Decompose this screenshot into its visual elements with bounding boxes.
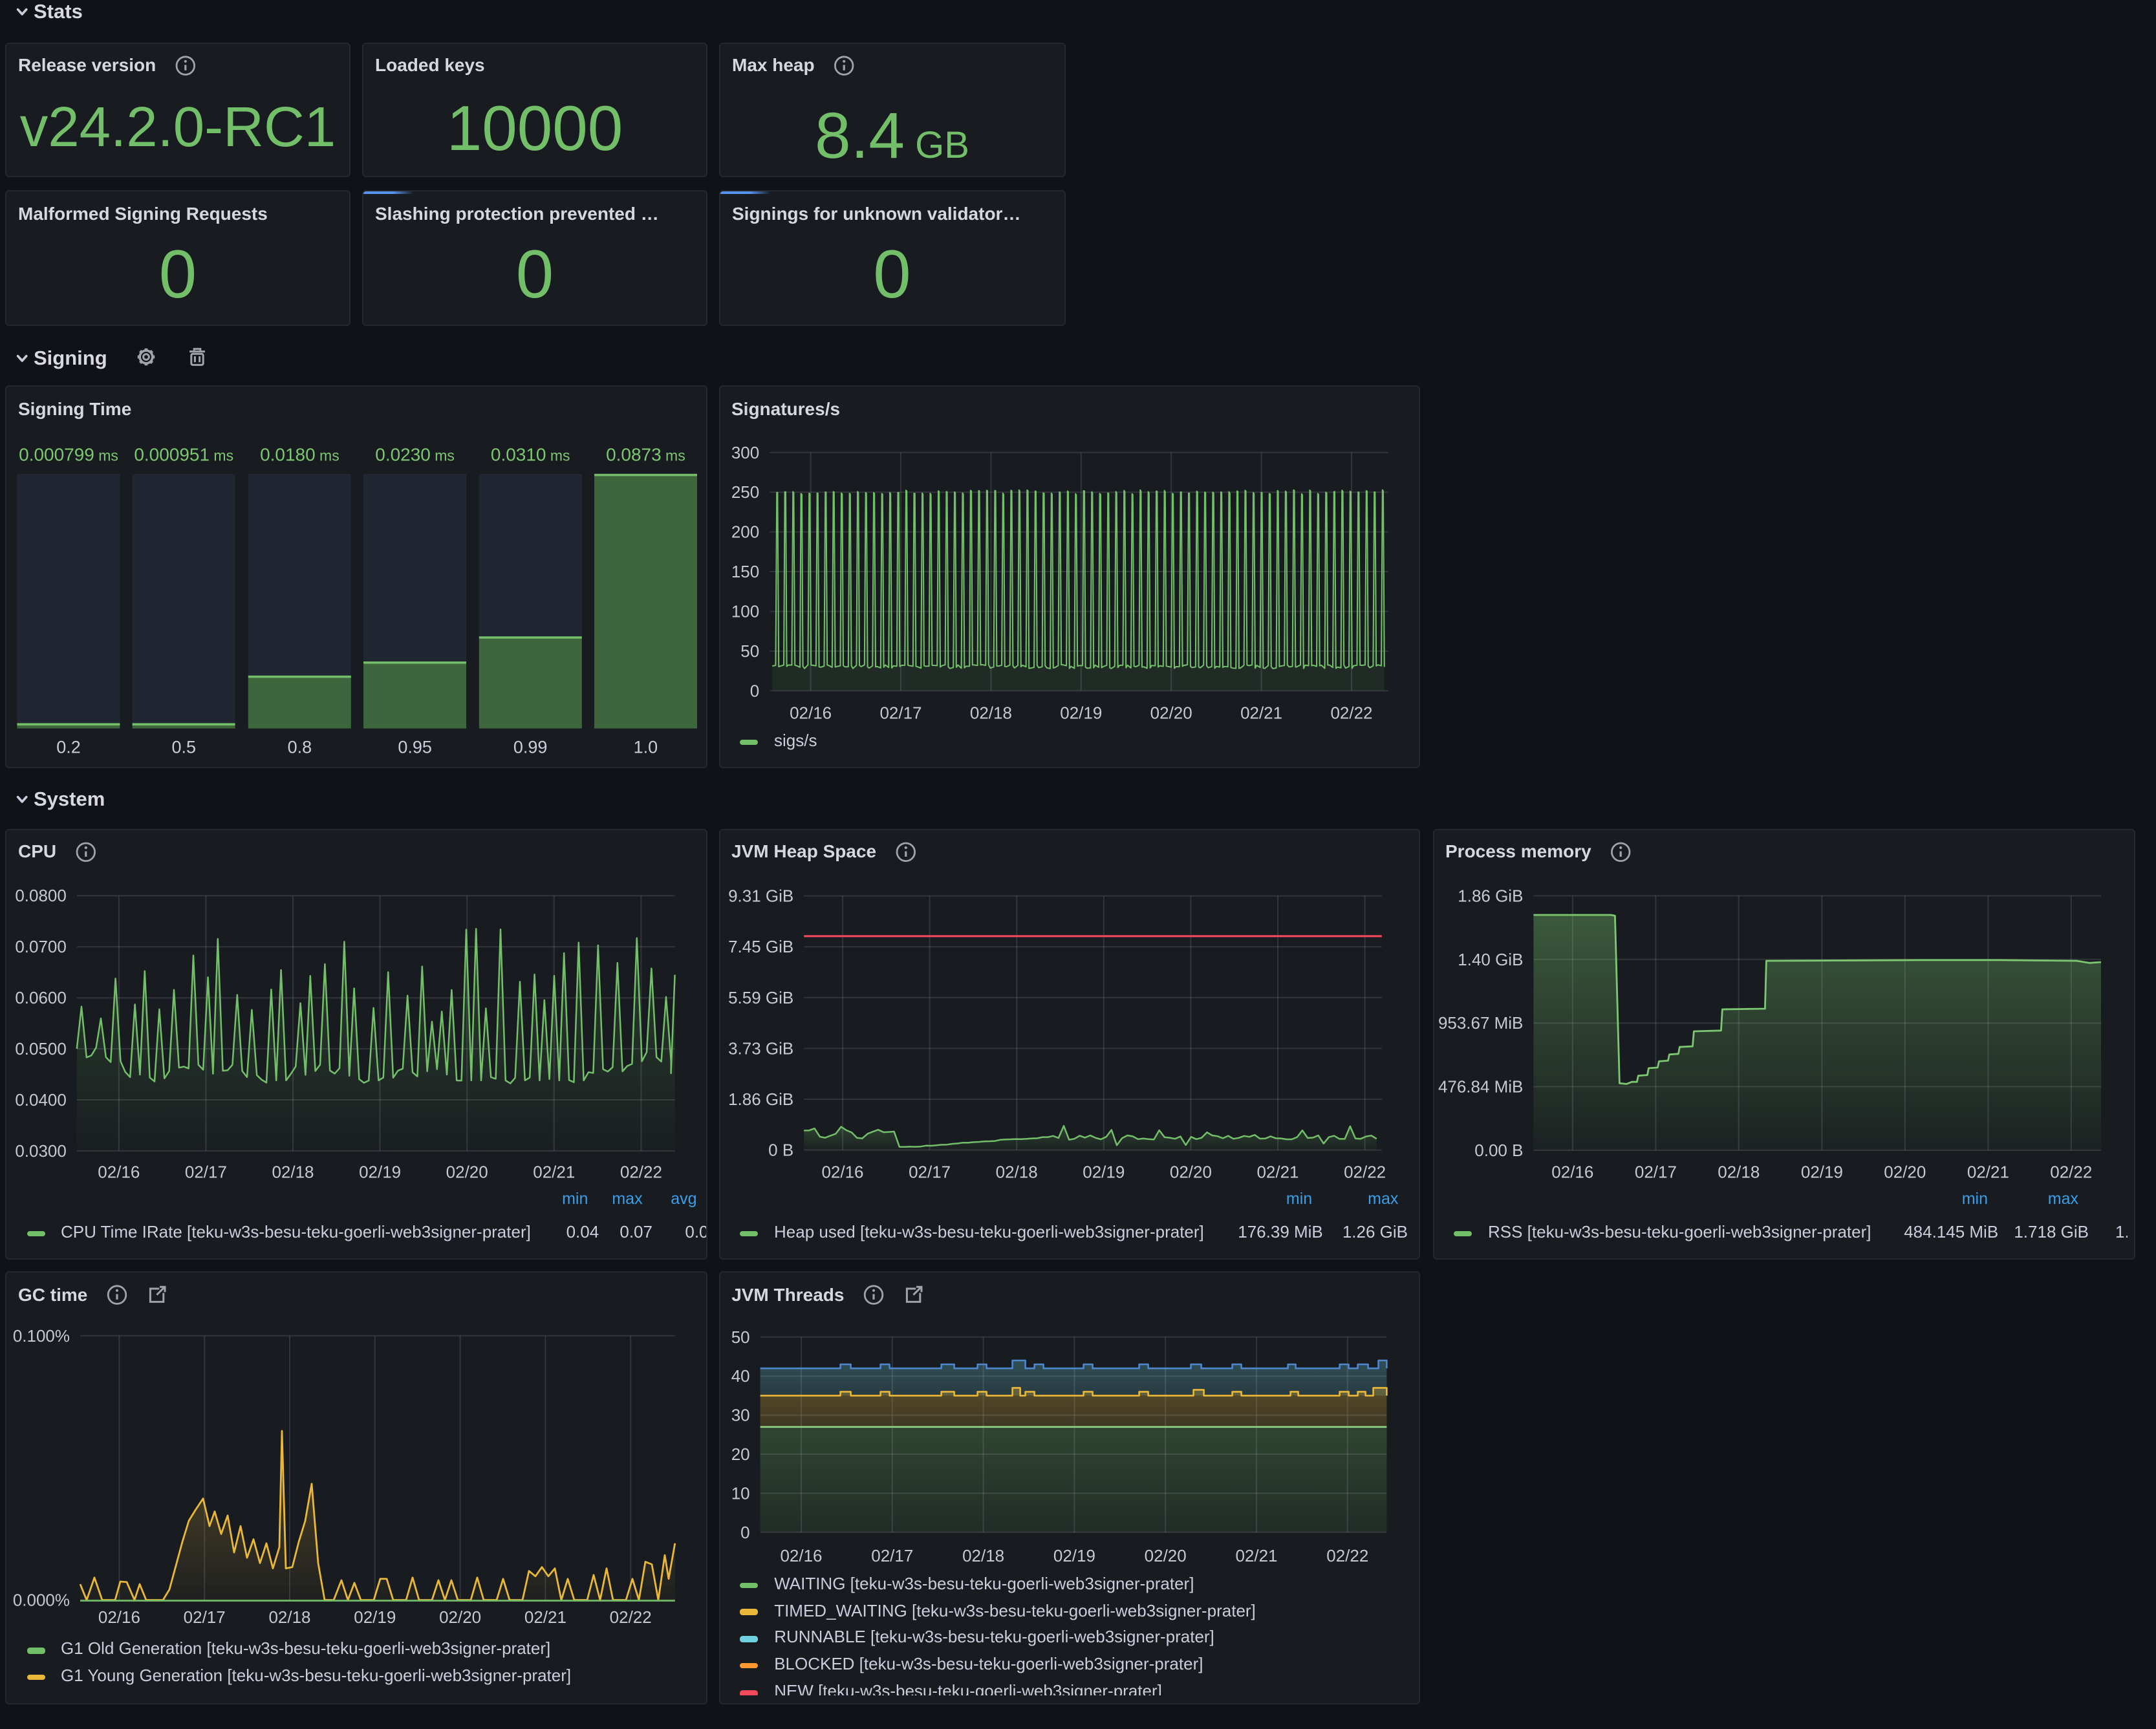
- svg-text:02/16: 02/16: [780, 1546, 822, 1565]
- svg-text:02/16: 02/16: [789, 703, 831, 723]
- svg-text:10: 10: [731, 1484, 749, 1503]
- svg-text:200: 200: [731, 522, 759, 542]
- svg-text:7.45 GiB: 7.45 GiB: [728, 937, 793, 956]
- svg-text:30: 30: [731, 1406, 749, 1425]
- svg-text:02/21: 02/21: [524, 1607, 566, 1627]
- svg-text:02/21: 02/21: [1240, 703, 1282, 723]
- svg-text:02/21: 02/21: [1235, 1546, 1277, 1565]
- svg-text:1.0: 1.0: [634, 738, 658, 757]
- svg-text:02/19: 02/19: [354, 1607, 396, 1627]
- svg-text:02/17: 02/17: [908, 1162, 950, 1181]
- svg-text:0.95: 0.95: [398, 738, 432, 757]
- svg-text:0.0230 ms: 0.0230 ms: [375, 445, 455, 465]
- svg-text:0.0873 ms: 0.0873 ms: [606, 445, 685, 465]
- svg-text:02/21: 02/21: [1967, 1162, 2009, 1181]
- svg-text:0.8: 0.8: [288, 738, 312, 757]
- svg-text:02/16: 02/16: [1551, 1162, 1593, 1181]
- svg-text:3.73 GiB: 3.73 GiB: [728, 1038, 793, 1058]
- svg-text:02/19: 02/19: [1053, 1546, 1095, 1565]
- svg-text:0: 0: [749, 682, 759, 701]
- svg-text:0.0700: 0.0700: [15, 937, 66, 956]
- svg-text:953.67 MiB: 953.67 MiB: [1438, 1013, 1522, 1033]
- svg-text:20: 20: [731, 1444, 749, 1464]
- svg-text:02/18: 02/18: [1717, 1162, 1759, 1181]
- svg-text:50: 50: [740, 642, 759, 661]
- svg-text:0: 0: [740, 1523, 749, 1542]
- svg-text:0.0600: 0.0600: [15, 988, 66, 1007]
- svg-text:0.000951 ms: 0.000951 ms: [134, 445, 233, 465]
- svg-text:02/18: 02/18: [268, 1607, 310, 1627]
- svg-text:02/22: 02/22: [2049, 1162, 2091, 1181]
- svg-text:02/19: 02/19: [1800, 1162, 1842, 1181]
- svg-text:300: 300: [731, 443, 759, 462]
- svg-text:1.40 GiB: 1.40 GiB: [1457, 949, 1522, 969]
- svg-text:02/18: 02/18: [969, 703, 1011, 723]
- svg-text:02/22: 02/22: [1343, 1162, 1385, 1181]
- svg-text:02/16: 02/16: [821, 1162, 863, 1181]
- svg-text:02/18: 02/18: [272, 1162, 314, 1181]
- svg-text:0.0310 ms: 0.0310 ms: [491, 445, 570, 465]
- svg-text:02/17: 02/17: [870, 1546, 912, 1565]
- svg-text:100: 100: [731, 602, 759, 621]
- svg-text:0.000%: 0.000%: [13, 1591, 70, 1610]
- svg-text:02/22: 02/22: [1330, 703, 1372, 723]
- svg-text:0.00 B: 0.00 B: [1474, 1140, 1522, 1159]
- svg-text:02/20: 02/20: [1150, 703, 1192, 723]
- svg-text:0 B: 0 B: [768, 1140, 793, 1159]
- svg-text:02/18: 02/18: [962, 1546, 1004, 1565]
- svg-text:02/17: 02/17: [1634, 1162, 1676, 1181]
- svg-text:40: 40: [731, 1366, 749, 1386]
- svg-text:0.0400: 0.0400: [15, 1090, 66, 1109]
- svg-text:02/22: 02/22: [620, 1162, 662, 1181]
- svg-text:150: 150: [731, 563, 759, 582]
- svg-text:1.86 GiB: 1.86 GiB: [1457, 886, 1522, 905]
- svg-text:02/21: 02/21: [1256, 1162, 1298, 1181]
- svg-text:9.31 GiB: 9.31 GiB: [728, 886, 793, 905]
- svg-text:02/17: 02/17: [879, 703, 921, 723]
- svg-text:0.000799 ms: 0.000799 ms: [19, 445, 118, 465]
- svg-text:02/16: 02/16: [98, 1607, 140, 1627]
- svg-text:02/19: 02/19: [359, 1162, 401, 1181]
- svg-text:02/20: 02/20: [1883, 1162, 1925, 1181]
- svg-text:0.2: 0.2: [56, 738, 81, 757]
- svg-text:0.0800: 0.0800: [15, 886, 66, 905]
- svg-text:02/19: 02/19: [1059, 703, 1101, 723]
- svg-text:0.0300: 0.0300: [15, 1141, 66, 1160]
- svg-text:02/20: 02/20: [1169, 1162, 1211, 1181]
- svg-text:02/16: 02/16: [98, 1162, 140, 1181]
- svg-text:50: 50: [731, 1327, 749, 1347]
- svg-text:02/20: 02/20: [446, 1162, 488, 1181]
- svg-text:02/17: 02/17: [185, 1162, 227, 1181]
- svg-text:02/19: 02/19: [1082, 1162, 1124, 1181]
- svg-text:250: 250: [731, 483, 759, 502]
- svg-text:0.5: 0.5: [171, 738, 196, 757]
- svg-text:02/22: 02/22: [610, 1607, 652, 1627]
- svg-text:0.99: 0.99: [513, 738, 548, 757]
- svg-text:476.84 MiB: 476.84 MiB: [1438, 1077, 1522, 1096]
- svg-text:02/20: 02/20: [1144, 1546, 1186, 1565]
- svg-text:02/18: 02/18: [995, 1162, 1037, 1181]
- svg-text:5.59 GiB: 5.59 GiB: [728, 987, 793, 1007]
- svg-text:02/22: 02/22: [1326, 1546, 1368, 1565]
- svg-text:0.100%: 0.100%: [13, 1326, 70, 1346]
- svg-text:0.0180 ms: 0.0180 ms: [260, 445, 340, 465]
- svg-text:1.86 GiB: 1.86 GiB: [728, 1089, 793, 1108]
- svg-text:0.0500: 0.0500: [15, 1038, 66, 1058]
- svg-text:02/20: 02/20: [439, 1607, 481, 1627]
- svg-text:02/17: 02/17: [184, 1607, 226, 1627]
- svg-text:02/21: 02/21: [533, 1162, 575, 1181]
